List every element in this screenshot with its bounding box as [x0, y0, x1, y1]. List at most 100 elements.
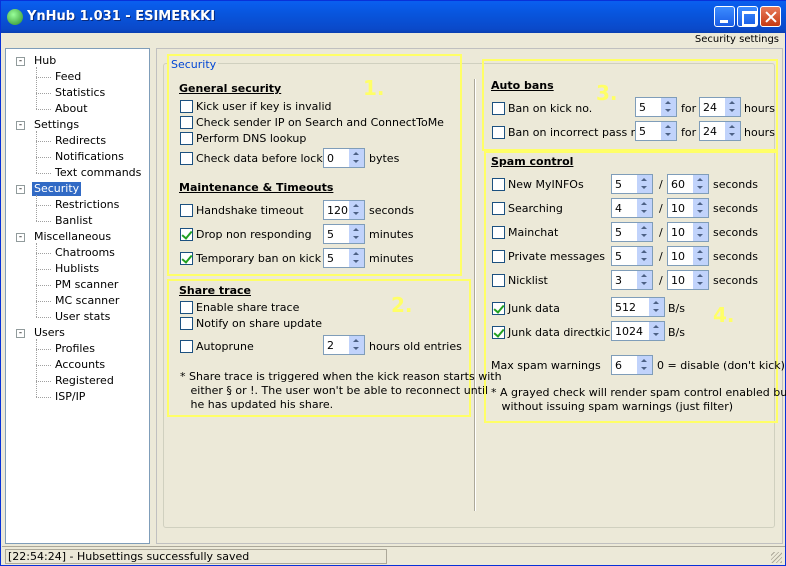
tree-item-miscellaneous[interactable]: Miscellaneous — [32, 230, 113, 244]
resize-grip-icon[interactable] — [771, 552, 782, 563]
close-button[interactable] — [760, 6, 781, 27]
spinner-arrows-icon[interactable] — [693, 175, 708, 193]
spinner-arrows-icon[interactable] — [693, 247, 708, 265]
lock-bytes-spinner[interactable]: 0 — [323, 148, 365, 168]
tree-item-about[interactable]: About — [53, 102, 90, 116]
junk-data-spinner[interactable]: 512 — [611, 297, 665, 317]
autoprune-unit: hours old entries — [369, 340, 462, 353]
spinner-arrows-icon[interactable] — [349, 201, 364, 219]
spam-searching-interval-spinner[interactable]: 10 — [667, 198, 709, 218]
tree-item-banlist[interactable]: Banlist — [53, 214, 94, 228]
spam-new-myinfos-count-spinner[interactable]: 5 — [611, 174, 653, 194]
junk-directkick-checkbox[interactable] — [492, 326, 505, 339]
ban-on-kick-spinner[interactable]: 5 — [635, 97, 677, 117]
spinner-arrows-icon[interactable] — [649, 298, 664, 316]
autoprune-spinner[interactable]: 2 — [323, 335, 365, 355]
spinner-arrows-icon[interactable] — [693, 223, 708, 241]
spinner-arrows-icon[interactable] — [637, 175, 652, 193]
spam-new-myinfos-checkbox[interactable] — [492, 178, 505, 191]
check-data-before-lock-checkbox[interactable] — [180, 152, 193, 165]
spam-mainchat-interval-spinner[interactable]: 10 — [667, 222, 709, 242]
tree-item-settings[interactable]: Settings — [32, 118, 81, 132]
spam-mainchat-checkbox[interactable] — [492, 226, 505, 239]
spam-searching-checkbox[interactable] — [492, 202, 505, 215]
tree-item-notifications[interactable]: Notifications — [53, 150, 126, 164]
spinner-arrows-icon[interactable] — [637, 271, 652, 289]
spam-searching-count-spinner[interactable]: 4 — [611, 198, 653, 218]
drop-non-responding-spinner[interactable]: 5 — [323, 224, 365, 244]
tree-item-mc-scanner[interactable]: MC scanner — [53, 294, 121, 308]
spam-mainchat-count-spinner[interactable]: 5 — [611, 222, 653, 242]
kick-invalid-key-checkbox[interactable] — [180, 100, 193, 113]
spinner-arrows-icon[interactable] — [349, 249, 364, 267]
temp-ban-on-kick-checkbox[interactable] — [180, 252, 193, 265]
maximize-button[interactable] — [737, 6, 758, 27]
minimize-button[interactable] — [714, 6, 735, 27]
tree-item-hub[interactable]: Hub — [32, 54, 58, 68]
tree-item-redirects[interactable]: Redirects — [53, 134, 108, 148]
spam-new-myinfos-interval-spinner[interactable]: 60 — [667, 174, 709, 194]
splitter[interactable] — [151, 48, 154, 544]
tree-item-registered[interactable]: Registered — [53, 374, 116, 388]
spinner-arrows-icon[interactable] — [661, 98, 676, 116]
enable-share-trace-checkbox[interactable] — [180, 301, 193, 314]
spinner-arrows-icon[interactable] — [349, 225, 364, 243]
tree-item-security[interactable]: Security — [32, 182, 82, 196]
tree-expander-icon[interactable]: - — [16, 329, 25, 338]
spam-private-messages-interval-spinner[interactable]: 10 — [667, 246, 709, 266]
junk-directkick-spinner[interactable]: 1024 — [611, 321, 665, 341]
drop-non-responding-checkbox[interactable] — [180, 228, 193, 241]
tree-item-users[interactable]: Users — [32, 326, 67, 340]
spam-nicklist-count-spinner[interactable]: 3 — [611, 270, 653, 290]
ban-incorrect-pass-hours-spinner[interactable]: 24 — [699, 121, 741, 141]
handshake-timeout-checkbox[interactable] — [180, 204, 193, 217]
tree-expander-icon[interactable]: - — [16, 233, 25, 242]
spinner-arrows-icon[interactable] — [661, 122, 676, 140]
handshake-timeout-spinner[interactable]: 120 — [323, 200, 365, 220]
spam-private-messages-count-spinner[interactable]: 5 — [611, 246, 653, 266]
spam-private-messages-checkbox[interactable] — [492, 250, 505, 263]
tree-item-accounts[interactable]: Accounts — [53, 358, 107, 372]
tree-item-isp-ip[interactable]: ISP/IP — [53, 390, 87, 404]
ban-on-kick-hours-spinner[interactable]: 24 — [699, 97, 741, 117]
tree-item-user-stats[interactable]: User stats — [53, 310, 112, 324]
tree-expander-icon[interactable]: - — [16, 57, 25, 66]
tree-item-hublists[interactable]: Hublists — [53, 262, 101, 276]
spinner-arrows-icon[interactable] — [637, 356, 652, 374]
spam-nicklist-interval-spinner[interactable]: 10 — [667, 270, 709, 290]
spinner-arrows-icon[interactable] — [349, 149, 364, 167]
max-spam-warnings-spinner[interactable]: 6 — [611, 355, 653, 375]
junk-data-checkbox[interactable] — [492, 302, 505, 315]
tree-item-restrictions[interactable]: Restrictions — [53, 198, 121, 212]
tree-expander-icon[interactable]: - — [16, 185, 25, 194]
autoprune-checkbox[interactable] — [180, 340, 193, 353]
spinner-arrows-icon[interactable] — [693, 271, 708, 289]
tree-connector — [36, 157, 51, 158]
ban-on-kick-checkbox[interactable] — [492, 102, 505, 115]
spinner-arrows-icon[interactable] — [725, 122, 740, 140]
tree-item-chatrooms[interactable]: Chatrooms — [53, 246, 117, 260]
dns-lookup-checkbox[interactable] — [180, 132, 193, 145]
title-bar[interactable]: YnHub 1.031 - ESIMERKKI — [1, 1, 786, 33]
tree-expander-icon[interactable]: - — [16, 121, 25, 130]
spinner-arrows-icon[interactable] — [649, 322, 664, 340]
notify-share-update-checkbox[interactable] — [180, 317, 193, 330]
tree-item-pm-scanner[interactable]: PM scanner — [53, 278, 120, 292]
tree-item-text-commands[interactable]: Text commands — [53, 166, 143, 180]
spinner-arrows-icon[interactable] — [637, 223, 652, 241]
ban-incorrect-pass-spinner[interactable]: 5 — [635, 121, 677, 141]
spinner-arrows-icon[interactable] — [349, 336, 364, 354]
settings-tree[interactable]: Hub - Feed Statistics About Settings - Redirect… — [5, 48, 150, 544]
spam-nicklist-checkbox[interactable] — [492, 274, 505, 287]
check-sender-ip-checkbox[interactable] — [180, 116, 193, 129]
spinner-arrows-icon[interactable] — [637, 199, 652, 217]
spam-private-messages-interval-value: 10 — [671, 250, 685, 263]
temp-ban-on-kick-spinner[interactable]: 5 — [323, 248, 365, 268]
spinner-arrows-icon[interactable] — [693, 199, 708, 217]
ban-incorrect-pass-checkbox[interactable] — [492, 126, 505, 139]
spinner-arrows-icon[interactable] — [637, 247, 652, 265]
spinner-arrows-icon[interactable] — [725, 98, 740, 116]
tree-item-feed[interactable]: Feed — [53, 70, 83, 84]
tree-item-profiles[interactable]: Profiles — [53, 342, 97, 356]
tree-item-statistics[interactable]: Statistics — [53, 86, 107, 100]
